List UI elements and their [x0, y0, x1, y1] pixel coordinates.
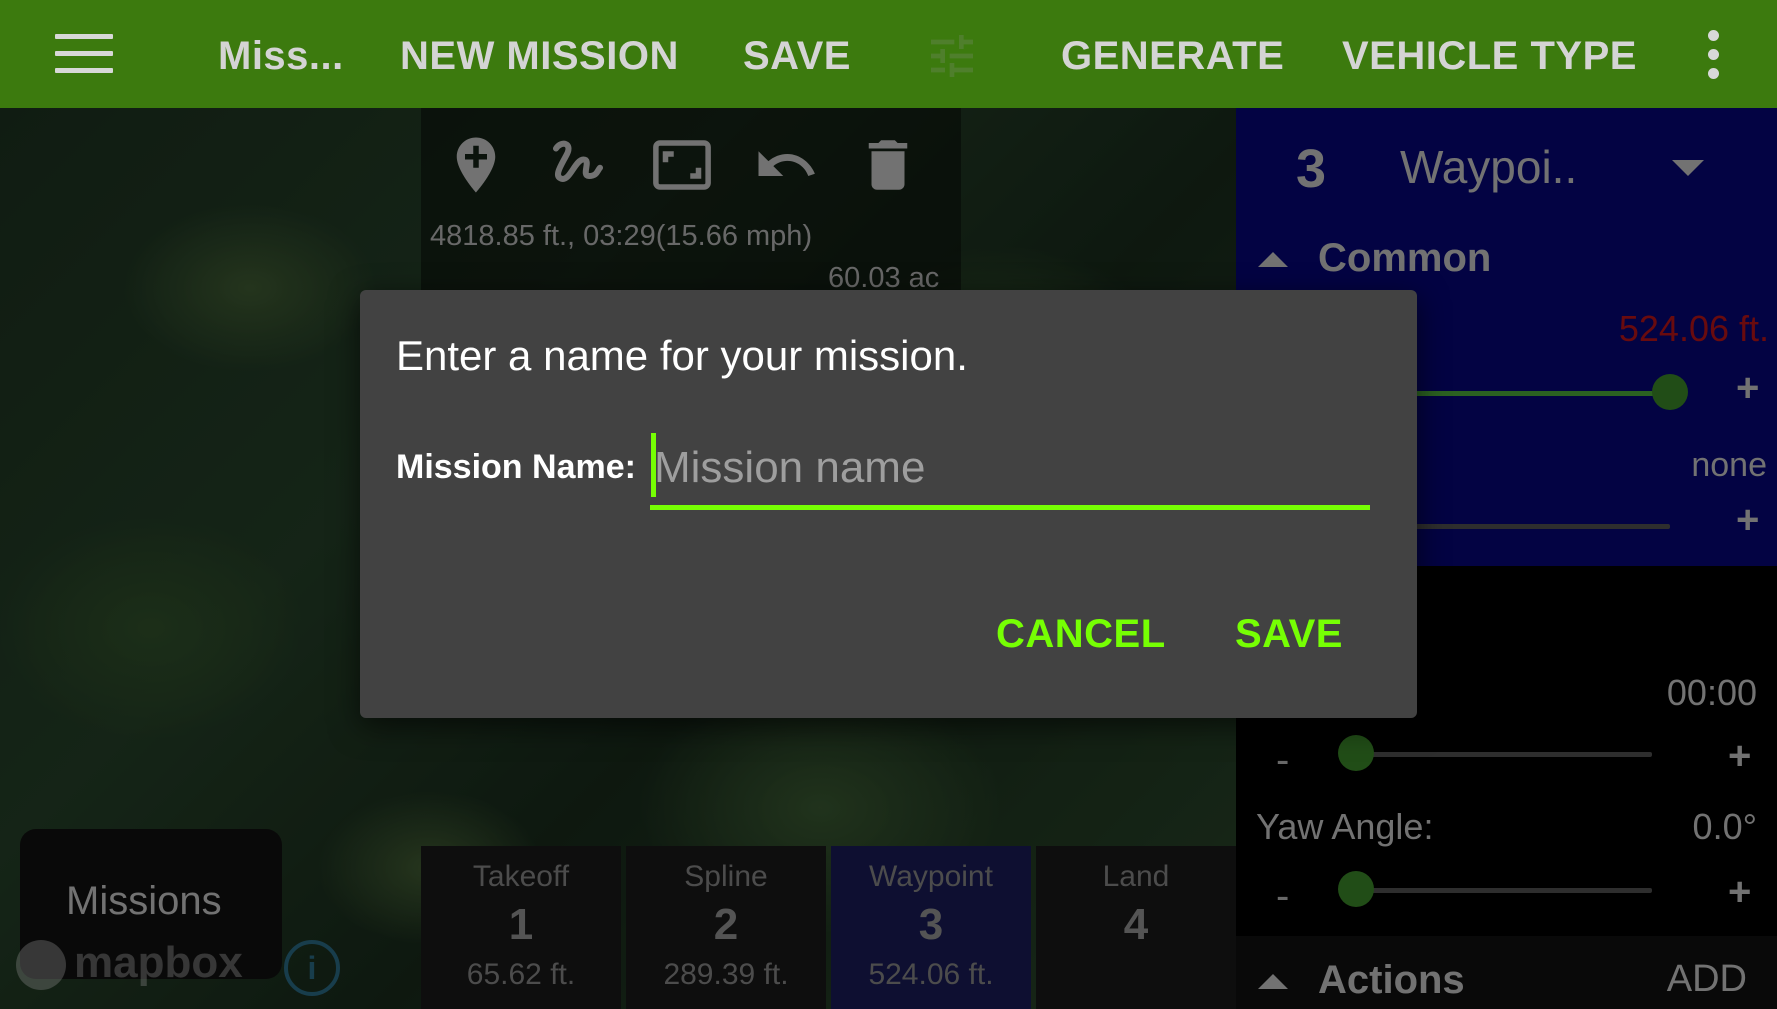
yaw-angle-label: Yaw Angle:	[1256, 806, 1434, 847]
save-button[interactable]: SAVE	[743, 0, 851, 108]
waypoint-item-takeoff[interactable]: Takeoff 1 65.62 ft.	[421, 846, 621, 1009]
delay-decrease-button[interactable]: -	[1276, 738, 1289, 783]
delay-value: 00:00	[1666, 672, 1757, 713]
undo-icon[interactable]	[753, 132, 819, 198]
generate-button[interactable]: GENERATE	[1061, 0, 1284, 108]
waypoint-type: Land	[1102, 860, 1170, 893]
waypoint-number: 1	[508, 900, 534, 949]
cancel-button[interactable]: CANCEL	[996, 612, 1166, 657]
delay-increase-button[interactable]: +	[1728, 734, 1751, 779]
waypoint-type-select[interactable]: Waypoi..	[1400, 140, 1577, 194]
collapse-actions-icon[interactable]	[1258, 974, 1288, 989]
yaw-angle-value: 0.0°	[1692, 806, 1757, 847]
mission-name-label: Mission Name:	[396, 448, 636, 486]
missions-button-label: Missions	[66, 879, 222, 923]
mission-title[interactable]: Miss...	[218, 0, 344, 108]
add-location-icon[interactable]	[443, 132, 509, 198]
waypoint-distance: 524.06 ft.	[868, 958, 994, 991]
waypoint-number: 4	[1123, 900, 1149, 949]
mission-stats: 4818.85 ft., 03:29(15.66 mph)	[430, 220, 813, 252]
collapse-common-icon[interactable]	[1258, 252, 1288, 267]
waypoint-distance: 65.62 ft.	[466, 958, 576, 991]
vehicle-type-button[interactable]: VEHICLE TYPE	[1342, 0, 1637, 108]
new-mission-button[interactable]: NEW MISSION	[400, 0, 679, 108]
delay-slider-thumb[interactable]	[1338, 735, 1374, 771]
tune-icon[interactable]	[922, 28, 982, 84]
waypoint-number: 2	[713, 900, 739, 949]
altitude-value: 524.06 ft.	[1618, 308, 1769, 349]
fit-screen-icon[interactable]	[649, 132, 715, 198]
dialog-title: Enter a name for your mission.	[396, 332, 968, 379]
waypoint-type: Waypoint	[869, 860, 993, 893]
altitude-increase-button[interactable]: +	[1736, 366, 1759, 411]
secondary-increase-button[interactable]: +	[1736, 498, 1759, 543]
waypoint-item-waypoint[interactable]: Waypoint 3 524.06 ft.	[831, 846, 1031, 1009]
delay-slider-track[interactable]	[1356, 752, 1652, 757]
draw-spline-icon[interactable]	[545, 132, 611, 198]
yaw-increase-button[interactable]: +	[1728, 870, 1751, 915]
altitude-slider-thumb[interactable]	[1652, 374, 1688, 410]
waypoint-type: Takeoff	[472, 860, 570, 893]
mapbox-logo: mapbox	[16, 938, 243, 991]
waypoint-strip: Takeoff 1 65.62 ft. Spline 2 289.39 ft. …	[421, 846, 1236, 1009]
info-icon[interactable]: i	[284, 940, 340, 996]
yaw-slider-track[interactable]	[1356, 888, 1652, 893]
waypoint-number: 3	[918, 900, 944, 949]
add-action-button[interactable]: ADD	[1667, 958, 1747, 1001]
waypoint-type: Spline	[684, 860, 768, 893]
menu-icon[interactable]	[55, 34, 113, 74]
mapbox-mark-icon	[16, 940, 66, 991]
waypoint-distance: 289.39 ft.	[663, 958, 789, 991]
secondary-value: none	[1691, 446, 1767, 484]
mission-name-field[interactable]	[650, 433, 1370, 510]
mapbox-logo-text: mapbox	[74, 938, 243, 987]
chevron-down-icon[interactable]	[1672, 160, 1704, 176]
yaw-slider-thumb[interactable]	[1338, 871, 1374, 907]
common-section-header[interactable]: Common	[1318, 236, 1491, 281]
yaw-decrease-button[interactable]: -	[1276, 874, 1289, 919]
waypoint-item-land[interactable]: Land 4	[1036, 846, 1236, 1009]
waypoint-item-spline[interactable]: Spline 2 289.39 ft.	[626, 846, 826, 1009]
mission-name-input[interactable]	[650, 433, 1354, 503]
app-bar: Miss... NEW MISSION SAVE GENERATE VEHICL…	[0, 0, 1777, 108]
actions-section-header[interactable]: Actions	[1318, 958, 1465, 1003]
mission-name-dialog: Enter a name for your mission. Mission N…	[360, 290, 1417, 718]
trash-icon[interactable]	[855, 132, 921, 198]
waypoint-number: 3	[1296, 139, 1327, 199]
more-vert-icon[interactable]	[1700, 30, 1726, 82]
dialog-save-button[interactable]: SAVE	[1235, 612, 1343, 657]
